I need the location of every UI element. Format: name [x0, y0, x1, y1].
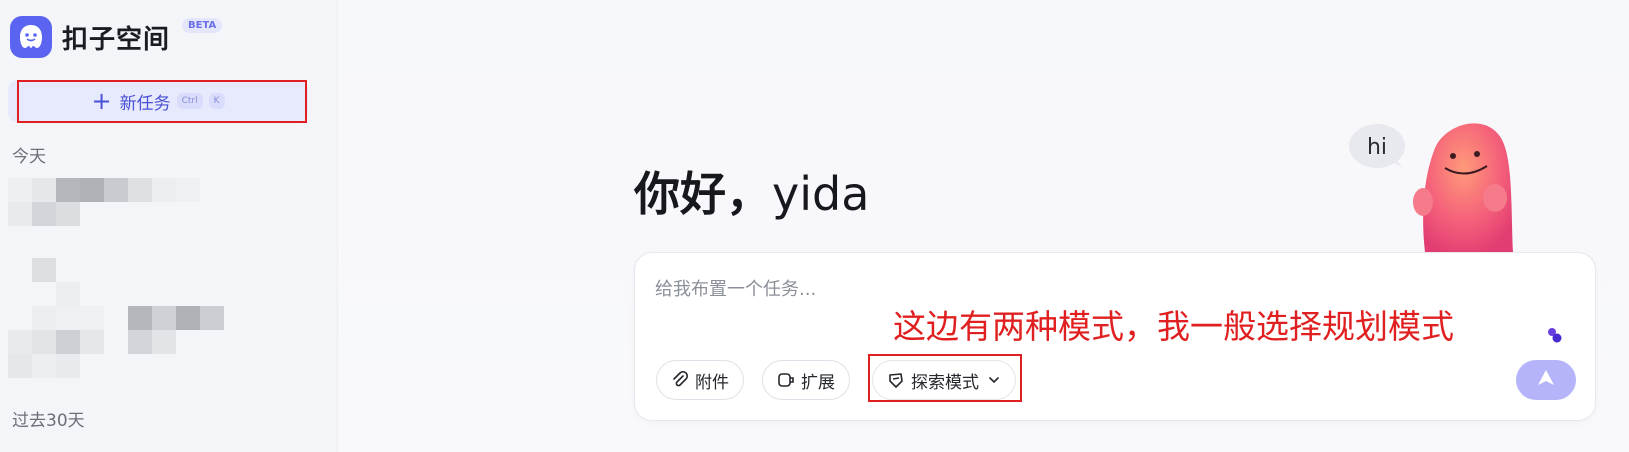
send-button[interactable] [1516, 360, 1576, 400]
loading-dots-icon [1547, 327, 1563, 349]
attach-label: 附件 [695, 372, 729, 393]
extend-button[interactable]: 扩展 [762, 360, 850, 400]
task-input[interactable] [655, 279, 1355, 300]
paperclip-icon [671, 371, 689, 389]
greeting: 你好，yida [634, 158, 869, 224]
greeting-username: yida [772, 167, 870, 221]
logo-icon [10, 16, 52, 58]
beta-badge: BETA [182, 18, 223, 33]
extension-icon [777, 371, 795, 389]
send-icon [1535, 367, 1557, 393]
history-item-blurred[interactable] [8, 178, 208, 236]
highlight-box-new-task [17, 80, 307, 123]
annotation-text: 这边有两种模式，我一般选择规划模式 [893, 307, 1454, 346]
history-item-blurred[interactable] [8, 258, 238, 378]
mascot-illustration: hi [1345, 118, 1555, 256]
attach-button[interactable]: 附件 [656, 360, 744, 400]
brand-name: 扣子空间 [62, 24, 171, 55]
section-today: 今天 [12, 147, 46, 167]
greeting-hello: 你好， [634, 167, 772, 221]
highlight-box-mode [868, 354, 1022, 402]
section-past-30-days: 过去30天 [12, 411, 85, 431]
brand[interactable]: 扣子空间 BETA [10, 16, 223, 58]
mascot-bubble-text: hi [1367, 135, 1387, 160]
sidebar: 扣子空间 BETA + 新任务 Ctrl K 今天 过去30天 [0, 0, 338, 452]
extend-label: 扩展 [801, 372, 835, 393]
